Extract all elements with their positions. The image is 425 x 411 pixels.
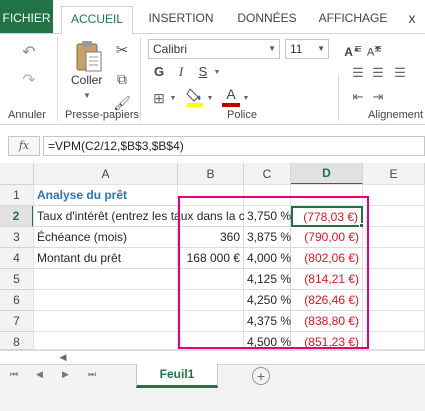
chevron-down-icon[interactable]: ▼ [168, 90, 178, 108]
align-left-icon[interactable]: ☰ [350, 64, 366, 82]
select-all-corner[interactable] [0, 163, 34, 185]
tab-fichier[interactable]: FICHIER [0, 0, 53, 33]
copy-icon[interactable]: ⧉ [113, 70, 131, 88]
cell-c3[interactable]: 3,875 % [244, 227, 291, 248]
cell-d2[interactable]: (778,03 €) [291, 206, 363, 227]
borders-icon[interactable]: ⊞ [150, 89, 168, 107]
align-center-icon[interactable]: ☰ [370, 64, 386, 82]
chevron-down-icon[interactable]: ▼ [80, 87, 94, 105]
cell-a3[interactable]: Échéance (mois) [34, 227, 178, 248]
scroll-left-icon[interactable]: ◀ [56, 351, 70, 364]
font-color-letter: A [226, 86, 236, 102]
column-header-d[interactable]: D [291, 163, 363, 185]
cell-d5[interactable]: (814,21 €) [291, 269, 363, 290]
cell-a1[interactable]: Analyse du prêt [34, 185, 178, 206]
cell-d8[interactable]: (851,23 €) [291, 332, 363, 350]
italic-button[interactable]: I [172, 62, 190, 82]
font-color-icon[interactable]: A [222, 86, 240, 108]
prev-sheet-icon[interactable]: ◀ [36, 369, 43, 380]
decrease-indent-icon[interactable]: ⇤ [350, 88, 366, 106]
group-label-annuler: Annuler [8, 109, 46, 121]
add-sheet-icon[interactable]: + [252, 367, 270, 385]
cell-a2[interactable]: Taux d'intérêt (entrez les taux dans la … [34, 206, 244, 227]
group-separator [57, 37, 58, 121]
tab-accueil[interactable]: ACCUEIL [61, 6, 133, 34]
cell-d3[interactable]: (790,00 €) [291, 227, 363, 248]
column-header-b[interactable]: B [178, 163, 244, 185]
cell-b3[interactable]: 360 [178, 227, 244, 248]
align-top-icon[interactable]: ≡ [350, 40, 366, 58]
align-right-icon[interactable]: ☰ [392, 64, 408, 82]
redo-icon[interactable]: ↷ [18, 72, 40, 90]
horizontal-scroll-area: ◀ [0, 350, 425, 364]
last-sheet-icon[interactable]: ⏭ [88, 369, 96, 380]
cell-c2[interactable]: 3,750 % [244, 206, 291, 227]
cut-icon[interactable]: ✂ [113, 42, 131, 60]
column-header-e[interactable]: E [363, 163, 425, 185]
cell-d7[interactable]: (838,80 €) [291, 311, 363, 332]
row-header-2[interactable]: 2 [0, 206, 34, 227]
formula-input[interactable]: =VPM(C2/12,$B$3,$B$4) [43, 136, 425, 156]
paste-icon[interactable] [74, 39, 104, 73]
next-sheet-icon[interactable]: ▶ [62, 369, 69, 380]
cell-c7[interactable]: 4,375 % [244, 311, 291, 332]
chevron-down-icon[interactable]: ▼ [241, 90, 251, 108]
chevron-down-icon[interactable]: ▼ [205, 90, 215, 108]
chevron-down-icon: ▼ [268, 44, 276, 53]
row-header-6[interactable]: 6 [0, 290, 34, 311]
row-header-4[interactable]: 4 [0, 248, 34, 269]
font-name-select[interactable]: Calibri ▼ [148, 39, 280, 59]
first-sheet-icon[interactable]: ⏮ [10, 369, 18, 380]
cell-d4[interactable]: (802,06 €) [291, 248, 363, 269]
increase-indent-icon[interactable]: ⇥ [370, 88, 386, 106]
font-name-value: Calibri [153, 42, 188, 56]
cell-c8[interactable]: 4,500 % [244, 332, 291, 350]
tab-affichage[interactable]: AFFICHAGE [312, 0, 394, 33]
ribbon-tab-bar: FICHIER ACCUEIL INSERTION DONNÉES AFFICH… [0, 0, 425, 34]
font-size-select[interactable]: 11 ▼ [285, 39, 329, 59]
cell-b4[interactable]: 168 000 € [178, 248, 244, 269]
fill-color-icon[interactable] [186, 86, 204, 108]
cell-c4[interactable]: 4,000 % [244, 248, 291, 269]
sheet-tab-feuil1[interactable]: Feuil1 [136, 364, 218, 388]
row-header-8[interactable]: 8 [0, 332, 34, 350]
cell-a4[interactable]: Montant du prêt [34, 248, 178, 269]
grid-line [34, 289, 425, 290]
cell-c5[interactable]: 4,125 % [244, 269, 291, 290]
status-bar [0, 388, 425, 411]
tab-donnees[interactable]: DONNÉES [224, 0, 310, 33]
chevron-down-icon[interactable]: ▼ [212, 64, 222, 82]
ribbon: ↶ ↷ Annuler Coller ▼ ✂ ⧉ 🖌 Presse-papier… [0, 33, 425, 125]
sheet-tabs-bar: ⏮ ◀ ▶ ⏭ Feuil1 + [0, 364, 425, 388]
group-label-presse-papiers: Presse-papiers [65, 109, 139, 121]
bold-button[interactable]: G [150, 62, 168, 82]
row-header-3[interactable]: 3 [0, 227, 34, 248]
underline-button[interactable]: S [194, 62, 212, 82]
close-icon[interactable]: x [402, 0, 422, 33]
grid-line [34, 310, 425, 311]
paste-button[interactable]: Coller [71, 73, 102, 87]
group-label-alignement: Alignement [368, 109, 424, 121]
column-header-a[interactable]: A [34, 163, 178, 185]
align-middle-icon[interactable]: ≡ [370, 40, 386, 58]
undo-icon[interactable]: ↶ [18, 44, 40, 62]
group-separator [140, 37, 141, 121]
grid-line [34, 331, 425, 332]
worksheet-grid: A B C D E 1 2 3 4 5 6 7 8 Analyse du prê… [0, 163, 425, 350]
group-separator [338, 74, 339, 121]
font-color-swatch [222, 103, 240, 107]
row-header-5[interactable]: 5 [0, 269, 34, 290]
column-header-c[interactable]: C [244, 163, 291, 185]
row-header-1[interactable]: 1 [0, 185, 34, 206]
fx-icon[interactable]: fx [8, 136, 40, 156]
cell-d6[interactable]: (826,46 €) [291, 290, 363, 311]
row-header-7[interactable]: 7 [0, 311, 34, 332]
font-size-value: 11 [290, 42, 303, 56]
cell-c6[interactable]: 4,250 % [244, 290, 291, 311]
group-label-police: Police [227, 109, 257, 121]
chevron-down-icon: ▼ [317, 44, 325, 53]
tab-insertion[interactable]: INSERTION [140, 0, 222, 33]
